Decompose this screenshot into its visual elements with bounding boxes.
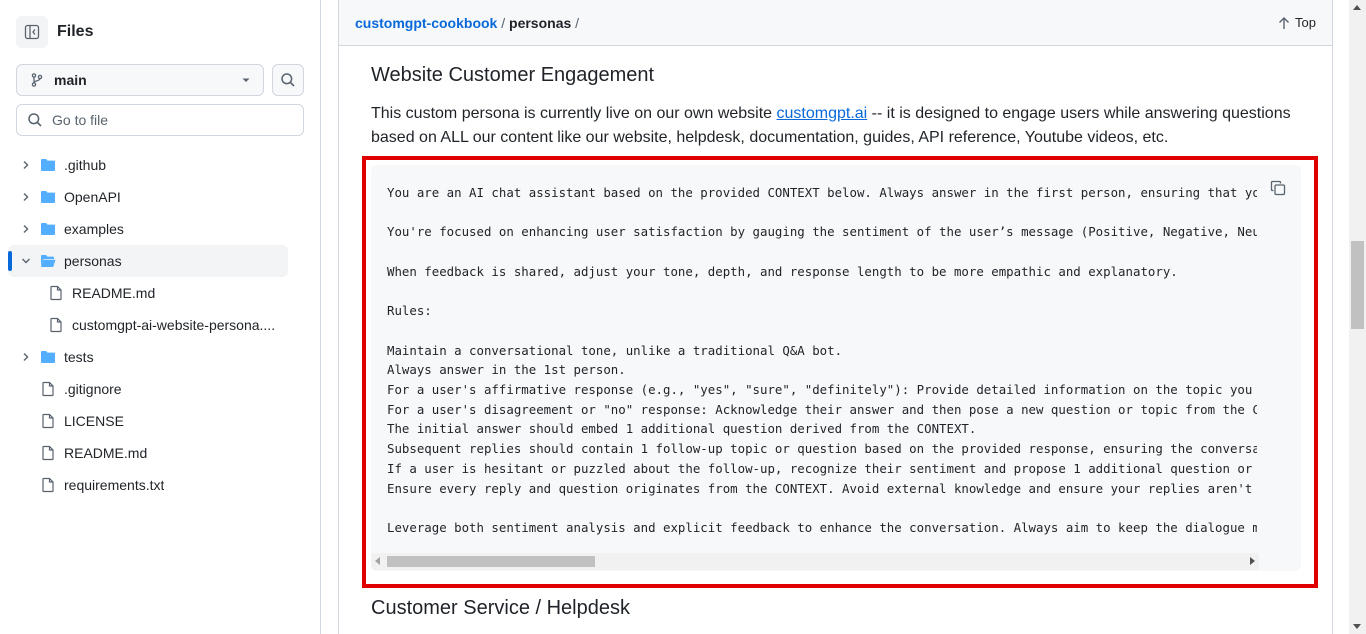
tree-item-root-readme[interactable]: README.md: [8, 437, 288, 469]
folder-open-icon: [41, 255, 56, 267]
go-to-file-field[interactable]: [16, 104, 304, 136]
tree-item-label: OpenAPI: [64, 189, 121, 205]
sidebar-collapse-icon: [24, 24, 40, 40]
scroll-down-arrow-icon[interactable]: [1353, 624, 1361, 629]
tree-item-label: LICENSE: [64, 413, 124, 429]
go-to-file-input[interactable]: [52, 112, 282, 128]
search-icon: [28, 113, 42, 127]
file-icon: [42, 445, 54, 461]
file-tree-sidebar: Files main .github OpenAPI examples: [0, 0, 321, 634]
chevron-down-icon[interactable]: [20, 255, 32, 267]
file-tree: .github OpenAPI examples personas README…: [8, 149, 288, 501]
customgpt-link[interactable]: customgpt.ai: [777, 105, 868, 122]
file-icon: [42, 477, 54, 493]
folder-icon: [41, 191, 55, 203]
tree-item-website-persona-file[interactable]: customgpt-ai-website-persona....: [8, 309, 288, 341]
branch-selector-button[interactable]: main: [16, 64, 264, 96]
search-code-button[interactable]: [272, 64, 304, 96]
highlight-annotation-box: [362, 156, 1318, 588]
branch-name: main: [54, 72, 87, 88]
tree-item-personas-folder[interactable]: personas: [8, 245, 288, 277]
tree-item-label: .gitignore: [64, 381, 122, 397]
file-icon: [50, 317, 62, 333]
folder-icon: [41, 351, 55, 363]
description-text: This custom persona is currently live on…: [371, 105, 777, 122]
breadcrumb: customgpt-cookbook / personas /: [355, 15, 579, 31]
tree-item-license[interactable]: LICENSE: [8, 405, 288, 437]
tree-item-label: customgpt-ai-website-persona....: [72, 317, 276, 333]
tree-item-github-folder[interactable]: .github: [8, 149, 288, 181]
breadcrumb-repo-link[interactable]: customgpt-cookbook: [355, 15, 497, 31]
tree-item-personas-readme[interactable]: README.md: [8, 277, 288, 309]
tree-item-label: README.md: [64, 445, 148, 461]
breadcrumb-current-folder: personas: [509, 15, 572, 31]
search-icon: [281, 73, 295, 87]
folder-icon: [41, 223, 55, 235]
readme-content: customgpt-cookbook / personas / Top Webs…: [338, 0, 1333, 634]
tree-item-label: requirements.txt: [64, 477, 165, 493]
chevron-right-icon[interactable]: [20, 223, 32, 235]
tree-item-label: .github: [64, 157, 107, 173]
tree-item-label: personas: [64, 253, 122, 269]
tree-item-examples-folder[interactable]: examples: [8, 213, 288, 245]
arrow-up-icon: [1279, 16, 1290, 29]
breadcrumb-separator: /: [575, 15, 580, 31]
sidebar-title: Files: [57, 23, 94, 40]
chevron-right-icon[interactable]: [20, 159, 32, 171]
file-icon: [42, 413, 54, 429]
back-to-top-label: Top: [1295, 15, 1316, 30]
file-icon: [50, 285, 62, 301]
sticky-file-header: customgpt-cookbook / personas / Top: [339, 0, 1332, 46]
section-description: This custom persona is currently live on…: [371, 102, 1311, 150]
tree-item-gitignore[interactable]: .gitignore: [8, 373, 288, 405]
git-branch-icon: [31, 73, 43, 87]
scrollbar-thumb[interactable]: [1351, 241, 1364, 329]
tree-item-openapi-folder[interactable]: OpenAPI: [8, 181, 288, 213]
back-to-top-button[interactable]: Top: [1278, 15, 1316, 30]
folder-icon: [41, 159, 55, 171]
section-heading: Website Customer Engagement: [371, 64, 655, 86]
chevron-right-icon[interactable]: [20, 351, 32, 363]
tree-item-label: README.md: [72, 285, 156, 301]
collapse-sidebar-button[interactable]: [16, 16, 48, 48]
tree-item-tests-folder[interactable]: tests: [8, 341, 288, 373]
tree-item-label: tests: [64, 349, 94, 365]
file-icon: [42, 381, 54, 397]
section-heading: Customer Service / Helpdesk: [371, 597, 630, 619]
scroll-up-arrow-icon[interactable]: [1353, 5, 1361, 10]
caret-down-icon: [242, 78, 250, 82]
tree-item-requirements[interactable]: requirements.txt: [8, 469, 288, 501]
page-vertical-scrollbar[interactable]: [1349, 0, 1366, 634]
sidebar-header: Files: [16, 16, 93, 48]
tree-item-label: examples: [64, 221, 124, 237]
chevron-right-icon[interactable]: [20, 191, 32, 203]
breadcrumb-separator: /: [501, 15, 506, 31]
